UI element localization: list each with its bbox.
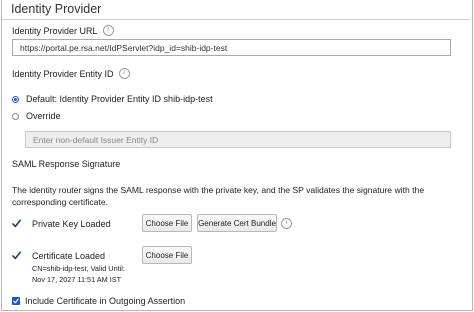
checkmark-icon (12, 251, 21, 260)
saml-description: The identity router signs the SAML respo… (12, 185, 425, 207)
idp-url-label: Identity Provider URL (12, 25, 98, 36)
info-icon[interactable]: i (118, 68, 130, 79)
entity-default-radio[interactable] (12, 95, 19, 103)
entity-default-radio-row[interactable]: Default: Identity Provider Entity ID shi… (12, 94, 213, 104)
entity-override-radio-row[interactable]: Override (12, 111, 61, 121)
private-key-choose-file-button[interactable]: Choose File (142, 214, 192, 232)
entity-override-radio[interactable] (12, 112, 19, 120)
entity-id-label: Identity Provider Entity ID (12, 68, 114, 79)
section-title: Identity Provider (11, 2, 102, 16)
override-entity-placeholder: Enter non-default Issuer Entity ID (33, 134, 159, 145)
certificate-choose-file-button[interactable]: Choose File (142, 246, 192, 264)
certificate-details-line1: CN=shib-idp-test, Valid Until: (32, 264, 125, 273)
idp-url-input[interactable]: https://portal.pe.rsa.net/IdPServlet?idp… (12, 39, 451, 56)
entity-default-label: Default: Identity Provider Entity ID shi… (26, 94, 213, 104)
entity-override-label: Override (26, 111, 61, 121)
saml-label-row: SAML Response Signature (12, 159, 120, 169)
include-cert-label: Include Certificate in Outgoing Assertio… (25, 296, 186, 306)
checkbox-check-icon (13, 298, 19, 304)
info-icon[interactable]: i (281, 218, 292, 229)
certificate-details-line2: Nov 17, 2027 11:51 AM IST (32, 275, 122, 284)
include-cert-checkbox[interactable] (12, 297, 20, 305)
idp-url-label-row: Identity Provider URL i (12, 25, 114, 36)
title-divider (2, 19, 470, 20)
generate-cert-bundle-button[interactable]: Generate Cert Bundle (197, 214, 277, 232)
certificate-status: Certificate Loaded (32, 251, 106, 261)
info-icon[interactable]: i (102, 25, 114, 36)
override-entity-input[interactable]: Enter non-default Issuer Entity ID (25, 131, 451, 148)
entity-id-label-row: Identity Provider Entity ID i (12, 68, 130, 79)
saml-label: SAML Response Signature (12, 159, 121, 169)
private-key-status: Private Key Loaded (32, 219, 111, 229)
idp-url-value: https://portal.pe.rsa.net/IdPServlet?idp… (20, 42, 228, 53)
checkmark-icon (12, 219, 21, 228)
